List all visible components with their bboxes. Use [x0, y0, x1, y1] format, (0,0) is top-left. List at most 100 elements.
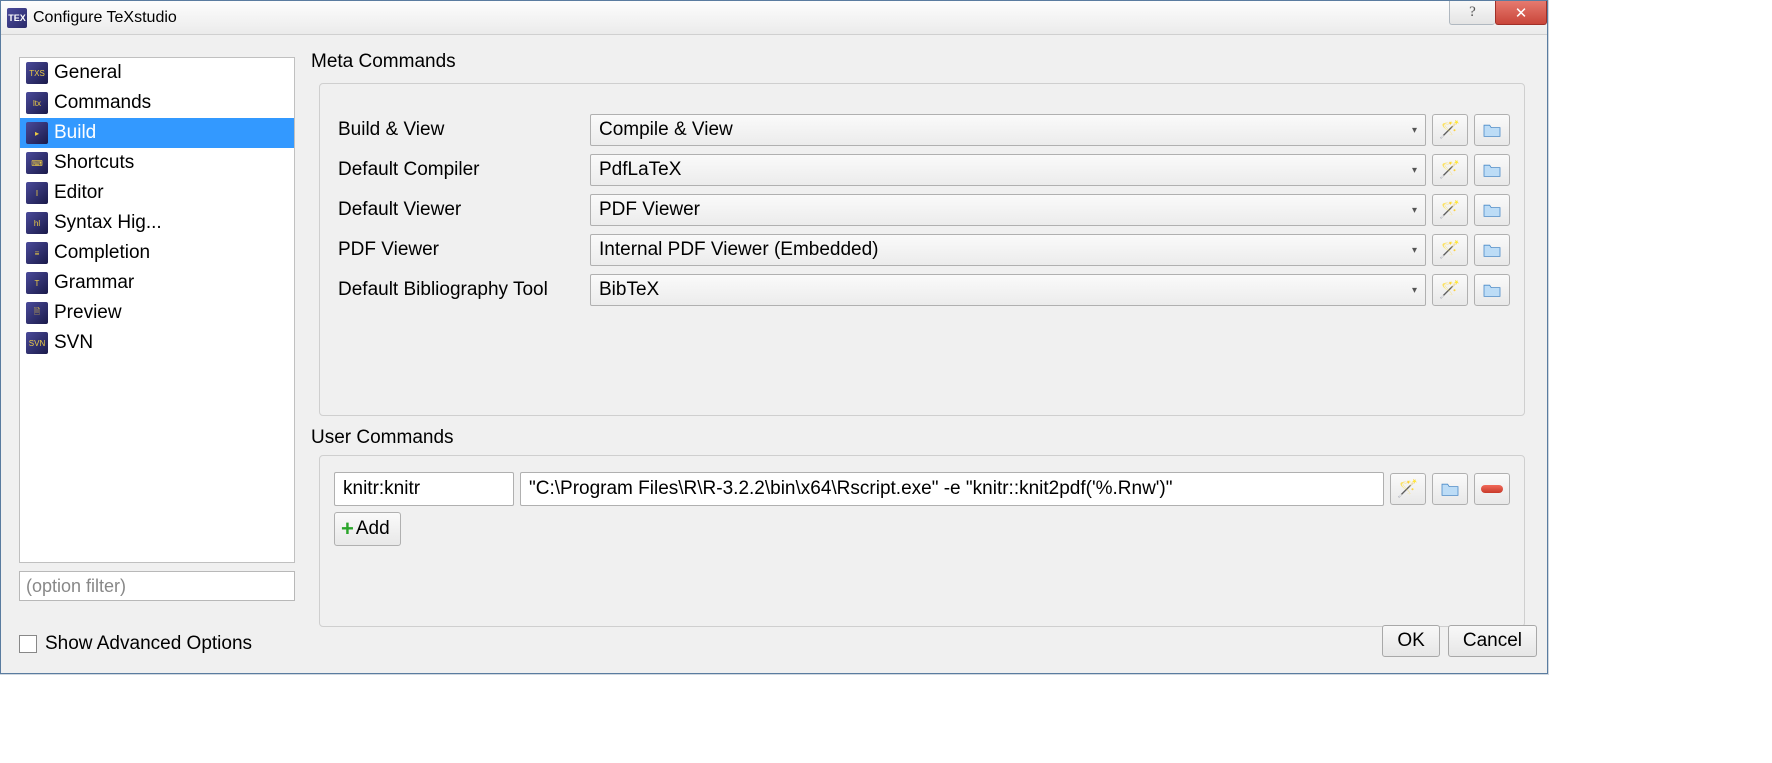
- configure-button[interactable]: 🪄: [1432, 234, 1468, 266]
- close-button[interactable]: ✕: [1495, 1, 1547, 25]
- chevron-down-icon: ▾: [1412, 125, 1417, 136]
- sidebar-item-label: Syntax Hig...: [54, 212, 162, 234]
- combo-value: PDF Viewer: [599, 199, 700, 221]
- sidebar-item-commands[interactable]: ltx Commands: [20, 88, 294, 118]
- user-commands-group: knitr:knitr "C:\Program Files\R\R-3.2.2\…: [319, 455, 1525, 627]
- wand-icon: 🪄: [1439, 160, 1460, 180]
- build-view-combo[interactable]: Compile & View ▾: [590, 114, 1426, 146]
- folder-icon: [1482, 242, 1502, 258]
- browse-button[interactable]: [1432, 473, 1468, 505]
- sidebar-item-label: SVN: [54, 332, 93, 354]
- folder-icon: [1482, 282, 1502, 298]
- meta-label: Default Compiler: [338, 159, 584, 181]
- pdf-viewer-combo[interactable]: Internal PDF Viewer (Embedded) ▾: [590, 234, 1426, 266]
- category-icon: 🗎: [26, 302, 48, 324]
- wand-icon: 🪄: [1439, 240, 1460, 260]
- ok-label: OK: [1397, 630, 1424, 651]
- default-viewer-combo[interactable]: PDF Viewer ▾: [590, 194, 1426, 226]
- add-label: Add: [356, 518, 390, 540]
- user-commands-title: User Commands: [311, 427, 454, 449]
- meta-row-bibliography: Default Bibliography Tool BibTeX ▾ 🪄: [338, 274, 1510, 306]
- sidebar-item-label: Preview: [54, 302, 122, 324]
- user-command-row: knitr:knitr "C:\Program Files\R\R-3.2.2\…: [334, 472, 1510, 506]
- folder-icon: [1440, 481, 1460, 497]
- user-command-name-input[interactable]: knitr:knitr: [334, 472, 514, 506]
- category-icon: ▸: [26, 122, 48, 144]
- browse-button[interactable]: [1474, 114, 1510, 146]
- minus-icon: [1481, 485, 1503, 493]
- sidebar-item-preview[interactable]: 🗎 Preview: [20, 298, 294, 328]
- combo-value: Compile & View: [599, 119, 733, 141]
- sidebar-item-syntax[interactable]: hl Syntax Hig...: [20, 208, 294, 238]
- combo-value: Internal PDF Viewer (Embedded): [599, 239, 879, 261]
- sidebar-item-svn[interactable]: SVN SVN: [20, 328, 294, 358]
- meta-label: Build & View: [338, 119, 584, 141]
- app-icon: TEX: [7, 8, 27, 28]
- chevron-down-icon: ▾: [1412, 205, 1417, 216]
- configure-button[interactable]: 🪄: [1432, 194, 1468, 226]
- dialog-configure-texstudio: TEX Configure TeXstudio ? ✕ TXS General …: [0, 0, 1548, 674]
- folder-icon: [1482, 202, 1502, 218]
- cancel-label: Cancel: [1463, 630, 1522, 651]
- input-value: "C:\Program Files\R\R-3.2.2\bin\x64\Rscr…: [529, 478, 1173, 500]
- sidebar-item-build[interactable]: ▸ Build: [20, 118, 294, 148]
- configure-button[interactable]: 🪄: [1432, 274, 1468, 306]
- sidebar-item-label: Completion: [54, 242, 150, 264]
- plus-icon: +: [341, 516, 354, 542]
- sidebar-item-grammar[interactable]: T Grammar: [20, 268, 294, 298]
- bibliography-combo[interactable]: BibTeX ▾: [590, 274, 1426, 306]
- category-icon: ≡: [26, 242, 48, 264]
- combo-value: PdfLaTeX: [599, 159, 681, 181]
- window-title: Configure TeXstudio: [33, 9, 177, 27]
- meta-label: Default Viewer: [338, 199, 584, 221]
- sidebar-item-shortcuts[interactable]: ⌨ Shortcuts: [20, 148, 294, 178]
- sidebar-item-label: Grammar: [54, 272, 134, 294]
- wand-icon: 🪄: [1439, 200, 1460, 220]
- meta-label: PDF Viewer: [338, 239, 584, 261]
- option-filter-input[interactable]: (option filter): [19, 571, 295, 601]
- wand-icon: 🪄: [1439, 120, 1460, 140]
- chevron-down-icon: ▾: [1412, 165, 1417, 176]
- sidebar-item-label: General: [54, 62, 122, 84]
- browse-button[interactable]: [1474, 194, 1510, 226]
- folder-icon: [1482, 122, 1502, 138]
- default-compiler-combo[interactable]: PdfLaTeX ▾: [590, 154, 1426, 186]
- sidebar-item-general[interactable]: TXS General: [20, 58, 294, 88]
- meta-commands-title: Meta Commands: [311, 51, 456, 73]
- ok-button[interactable]: OK: [1382, 625, 1439, 657]
- user-command-value-input[interactable]: "C:\Program Files\R\R-3.2.2\bin\x64\Rscr…: [520, 472, 1384, 506]
- chevron-down-icon: ▾: [1412, 285, 1417, 296]
- sidebar-item-label: Editor: [54, 182, 104, 204]
- chevron-down-icon: ▾: [1412, 245, 1417, 256]
- meta-row-pdf-viewer: PDF Viewer Internal PDF Viewer (Embedded…: [338, 234, 1510, 266]
- configure-button[interactable]: 🪄: [1432, 114, 1468, 146]
- browse-button[interactable]: [1474, 274, 1510, 306]
- category-icon: hl: [26, 212, 48, 234]
- remove-button[interactable]: [1474, 473, 1510, 505]
- advanced-options-checkbox[interactable]: [19, 635, 37, 653]
- configure-button[interactable]: 🪄: [1432, 154, 1468, 186]
- sidebar-item-label: Shortcuts: [54, 152, 134, 174]
- combo-value: BibTeX: [599, 279, 659, 301]
- configure-button[interactable]: 🪄: [1390, 473, 1426, 505]
- category-icon: T: [26, 272, 48, 294]
- sidebar-item-label: Commands: [54, 92, 151, 114]
- browse-button[interactable]: [1474, 154, 1510, 186]
- cancel-button[interactable]: Cancel: [1448, 625, 1537, 657]
- category-icon: I: [26, 182, 48, 204]
- category-icon: ⌨: [26, 152, 48, 174]
- sidebar-item-completion[interactable]: ≡ Completion: [20, 238, 294, 268]
- meta-label: Default Bibliography Tool: [338, 279, 584, 301]
- meta-row-default-viewer: Default Viewer PDF Viewer ▾ 🪄: [338, 194, 1510, 226]
- browse-button[interactable]: [1474, 234, 1510, 266]
- filter-placeholder: (option filter): [26, 576, 126, 597]
- sidebar-item-editor[interactable]: I Editor: [20, 178, 294, 208]
- folder-icon: [1482, 162, 1502, 178]
- wand-icon: 🪄: [1397, 479, 1418, 499]
- input-value: knitr:knitr: [343, 478, 420, 500]
- help-button[interactable]: ?: [1449, 1, 1495, 25]
- category-list[interactable]: TXS General ltx Commands ▸ Build ⌨ Short…: [19, 57, 295, 563]
- add-user-command-button[interactable]: + Add: [334, 512, 401, 546]
- sidebar-item-label: Build: [54, 122, 96, 144]
- titlebar: TEX Configure TeXstudio ? ✕: [1, 1, 1547, 35]
